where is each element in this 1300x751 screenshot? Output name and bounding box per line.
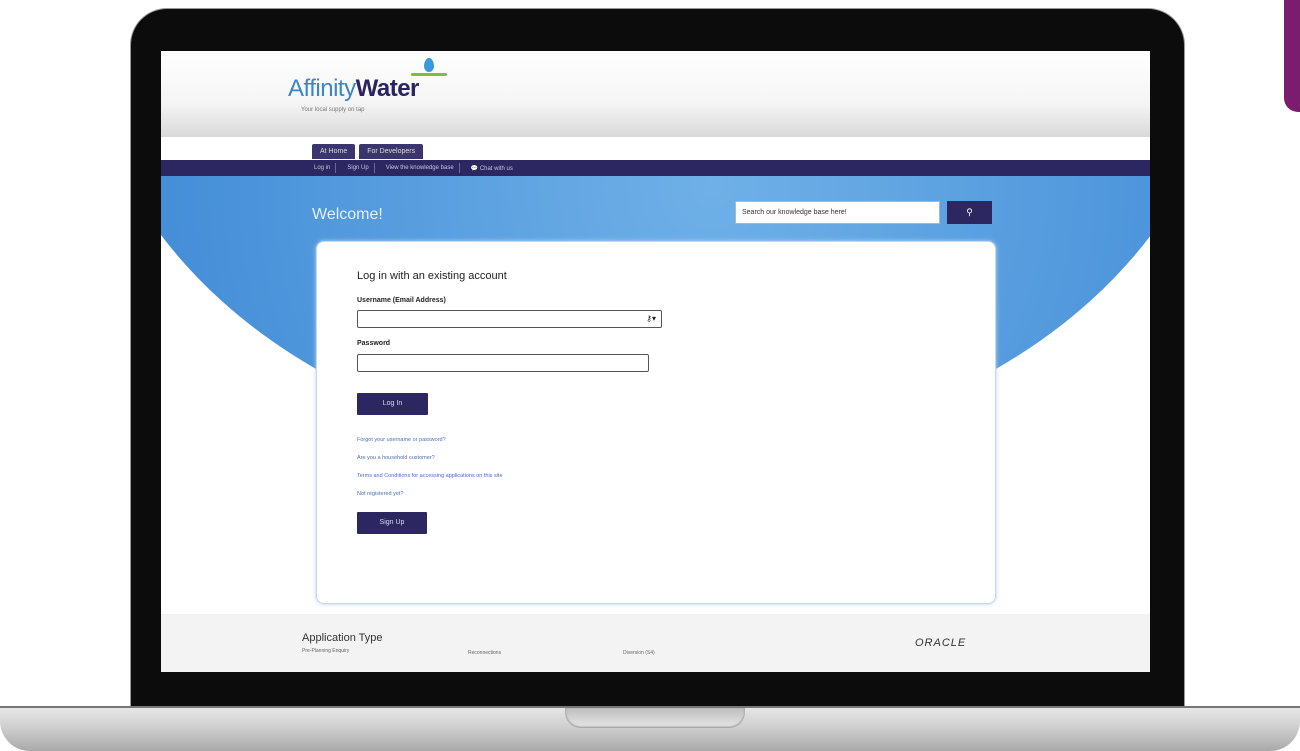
logo-swoosh-icon — [411, 73, 447, 76]
brand-tagline: Your local supply on tap — [301, 107, 365, 113]
nav-knowledge-base[interactable]: View the knowledge base — [381, 163, 460, 173]
forgot-credentials-link[interactable]: Forgot your username or password? — [357, 437, 446, 443]
welcome-heading: Welcome! — [312, 206, 383, 223]
audience-tabs: At Home For Developers — [312, 144, 424, 159]
water-drop-icon — [424, 58, 434, 72]
username-field[interactable]: ⚷▾ — [357, 310, 662, 328]
logo-text-affinity: Affinity — [288, 75, 356, 102]
household-customer-link[interactable]: Are you a household customer? — [357, 455, 435, 461]
username-label: Username (Email Address) — [357, 297, 446, 304]
nav-chat-label: Chat with us — [479, 165, 513, 172]
oracle-logo: ORACLE — [915, 637, 967, 649]
login-button[interactable]: Log In — [357, 393, 428, 415]
logo-text-water: Water — [355, 75, 420, 102]
footer-item[interactable]: Diversion (S4) — [623, 650, 655, 656]
laptop-notch — [565, 708, 745, 728]
page: AffinityWater Your local supply on tap A… — [0, 0, 1300, 751]
footer-item[interactable]: Pre-Planning Enquiry — [302, 648, 349, 654]
page-footer: Application Type Pre-Planning Enquiry Re… — [161, 614, 1150, 672]
nav-sign-up[interactable]: Sign Up — [342, 163, 375, 173]
laptop-screen: AffinityWater Your local supply on tap A… — [161, 51, 1150, 672]
nav-chat[interactable]: 💬 Chat with us — [466, 163, 518, 174]
application-type-heading: Application Type — [302, 632, 383, 644]
terms-link[interactable]: Terms and Conditions for accessing appli… — [357, 473, 503, 479]
not-registered-text: Not registered yet? — [357, 491, 404, 497]
side-tab — [1284, 0, 1300, 112]
key-icon[interactable]: ⚷▾ — [646, 314, 656, 323]
search-icon: ⚲ — [966, 207, 973, 217]
search-button[interactable]: ⚲ — [947, 201, 992, 224]
password-label: Password — [357, 340, 391, 347]
site-header: AffinityWater Your local supply on tap A… — [161, 51, 1150, 159]
top-nav: Log in Sign Up View the knowledge base 💬… — [161, 160, 1150, 176]
knowledge-search-input[interactable]: Search our knowledge base here! — [735, 201, 940, 224]
footer-item[interactable]: Reconnections — [468, 650, 501, 656]
signup-button[interactable]: Sign Up — [357, 512, 427, 534]
login-heading: Log in with an existing account — [357, 270, 507, 282]
password-field[interactable] — [357, 354, 649, 372]
nav-log-in[interactable]: Log in — [309, 163, 337, 173]
tab-for-developers[interactable]: For Developers — [359, 144, 424, 159]
affinity-water-logo[interactable]: AffinityWater — [288, 75, 419, 103]
tab-at-home[interactable]: At Home — [312, 144, 356, 159]
chat-icon: 💬 — [470, 165, 479, 172]
login-card: Log in with an existing account Username… — [316, 241, 996, 604]
